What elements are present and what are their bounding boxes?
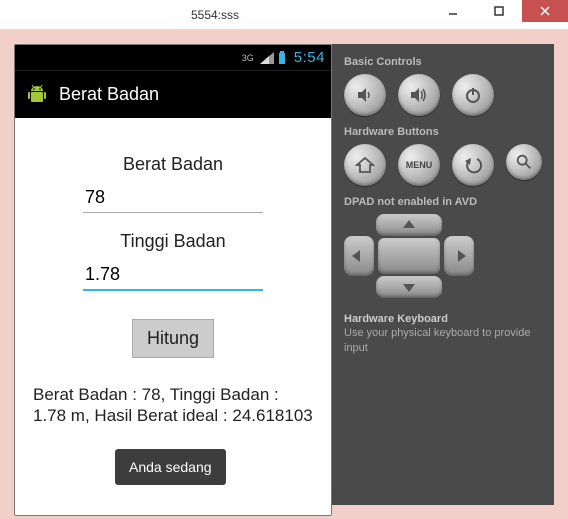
android-icon [25,83,49,107]
keyboard-hint: Use your physical keyboard to provide in… [344,327,530,353]
weight-label: Berat Badan [123,154,223,175]
dpad-center[interactable] [378,238,440,274]
action-bar: Berat Badan [15,70,331,118]
menu-button[interactable]: MENU [398,144,440,186]
dpad-status: not enabled in AVD [377,196,477,208]
clock: 5:54 [294,49,325,66]
hardware-buttons-label: Hardware Buttons [344,126,542,138]
app-title: Berat Badan [59,84,159,105]
basic-controls-label: Basic Controls [344,56,542,68]
power-button[interactable] [452,74,494,116]
weight-field-wrap [83,183,263,213]
minimize-button[interactable] [430,0,476,22]
maximize-button[interactable] [476,0,522,22]
device-screen: 3G 5:54 Berat Badan Berat Bad [14,44,332,516]
window-buttons [430,0,568,29]
app-body: Berat Badan Tinggi Badan Hitung Berat Ba… [15,118,331,515]
emulator-row: 3G 5:54 Berat Badan Berat Bad [14,44,554,505]
height-label: Tinggi Badan [120,231,225,252]
dpad-left[interactable] [344,236,374,276]
dpad-up[interactable] [376,214,442,236]
home-button[interactable] [344,144,386,186]
toast: Anda sedang [115,449,226,485]
network-indicator: 3G [242,53,254,63]
titlebar: 5554:sss [0,0,568,30]
close-button[interactable] [522,0,568,22]
dpad-right[interactable] [444,236,474,276]
volume-down-button[interactable] [344,74,386,116]
result-text: Berat Badan : 78, Tinggi Badan : 1.78 m,… [33,384,313,427]
android-statusbar: 3G 5:54 [15,45,331,70]
battery-icon [278,51,286,65]
signal-icon [260,52,274,64]
emulator-side-panel: Basic Controls Hardware Buttons [332,44,554,505]
height-field-wrap [83,260,263,291]
dpad-label: DPAD [344,196,374,208]
weight-input[interactable] [83,183,263,212]
back-button[interactable] [452,144,494,186]
window-title: 5554:sss [0,8,430,22]
hardware-buttons-row: MENU [344,144,542,186]
calculate-button[interactable]: Hitung [132,319,214,358]
dpad-down[interactable] [376,276,442,298]
keyboard-label: Hardware Keyboard [344,312,542,326]
dpad-section: DPAD not enabled in AVD [344,196,542,208]
dpad [344,214,474,298]
emulator-window: 5554:sss 3G [0,0,568,519]
height-input[interactable] [83,260,263,289]
keyboard-note: Hardware Keyboard Use your physical keyb… [344,312,542,355]
volume-up-button[interactable] [398,74,440,116]
client-area: 3G 5:54 Berat Badan Berat Bad [0,30,568,519]
basic-controls-row [344,74,542,116]
search-button[interactable] [506,144,542,180]
